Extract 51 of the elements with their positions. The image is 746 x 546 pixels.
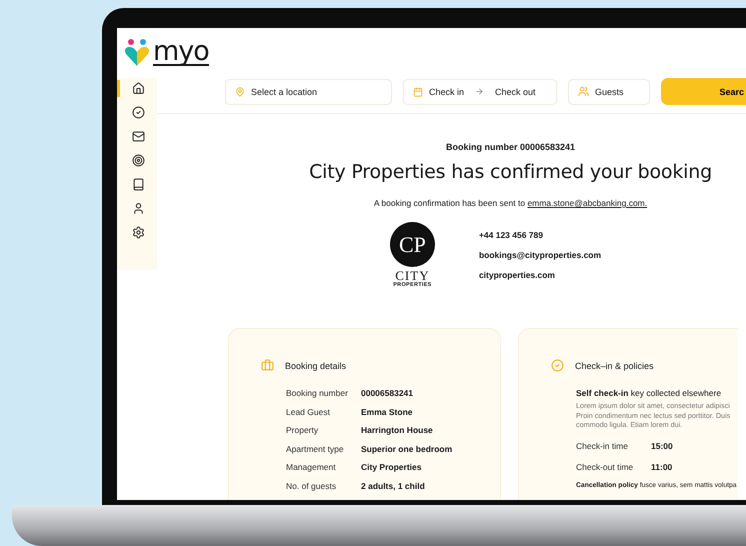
confirmation-sent-text: A booking confirmation has been sent to emma.stone@abcbanking.com.: [374, 198, 648, 208]
check-in-placeholder: Check in: [429, 86, 464, 96]
time-value: 15:00: [651, 440, 674, 450]
users-icon: [578, 86, 589, 97]
briefcase-icon: [261, 359, 274, 372]
company-logo-name: CITY: [395, 269, 430, 282]
detail-value: City Properties: [361, 462, 422, 474]
company-logo-circle: CP: [390, 222, 435, 267]
detail-label: Property: [286, 425, 320, 437]
detail-label: No. of guests: [286, 480, 338, 493]
booking-number-text: Booking number 00006583241: [446, 142, 576, 152]
check-out-placeholder: Check out: [495, 86, 536, 96]
website-text: cityproperties.com: [478, 270, 556, 280]
time-value: 11:00: [651, 462, 674, 472]
self-check-in-text: Self check-in key collected elsewhere: [576, 388, 722, 398]
location-placeholder: Select a location: [251, 86, 318, 96]
detail-value: Harrington House: [361, 425, 434, 437]
location-field[interactable]: Select a location: [225, 78, 392, 104]
email-link[interactable]: emma.stone@abcbanking.com.: [527, 198, 648, 208]
calendar-icon: [413, 86, 423, 96]
phone-text: +44 123 456 789: [478, 230, 544, 240]
user-icon: [132, 202, 145, 215]
dates-field[interactable]: Check in Check out: [403, 78, 557, 104]
detail-label: Lead Guest: [286, 406, 331, 418]
card-title: Booking details: [285, 360, 346, 370]
check-circle-icon: [551, 359, 564, 372]
mail-icon: [132, 130, 145, 143]
logo-text: myo: [153, 40, 209, 66]
time-label: Check-in time: [576, 440, 629, 450]
time-label: Check-out time: [576, 462, 634, 472]
detail-value: 00006583241: [361, 388, 414, 400]
heart-logo-icon: [123, 38, 151, 68]
target-icon: [132, 154, 145, 167]
book-icon: [132, 178, 145, 191]
settings-icon: [132, 226, 145, 239]
arrow-right-icon: [475, 87, 484, 96]
email-text: bookings@cityproperties.com: [478, 250, 602, 260]
guests-placeholder: Guests: [595, 86, 624, 96]
confirmation-heading: City Properties has confirmed your booking: [309, 161, 712, 183]
home-icon: [132, 82, 145, 95]
detail-label: Management: [286, 462, 337, 474]
guests-field[interactable]: Guests: [568, 78, 650, 104]
search-button[interactable]: Searc: [661, 78, 746, 105]
detail-value: Superior one bedroom: [361, 444, 454, 456]
card-title: Check–in & policies: [575, 360, 654, 370]
map-pin-icon: [235, 86, 245, 96]
detail-value: 2 adults, 1 child: [361, 480, 426, 492]
check-circle-icon: [132, 106, 145, 119]
detail-label: Booking number: [286, 388, 349, 400]
detail-value: Emma Stone: [361, 406, 414, 418]
detail-label: Apartment type: [286, 444, 345, 456]
